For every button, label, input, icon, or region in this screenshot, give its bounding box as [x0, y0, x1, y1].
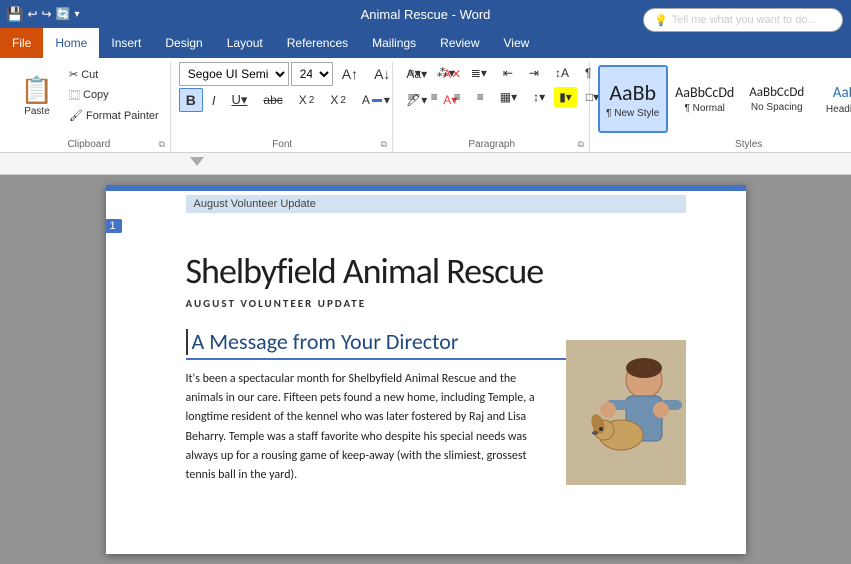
increase-indent-button[interactable]: ⇥	[522, 62, 546, 84]
clipboard-small: ✂ Cut ⿴ Copy 🖌 Format Painter	[64, 62, 164, 136]
style-heading1[interactable]: AaBb Heading 1	[814, 65, 851, 133]
menu-home[interactable]: Home	[43, 28, 99, 58]
document-title: Animal Rescue - Word	[361, 7, 491, 22]
style-nospace-preview: AaBbCcDd	[749, 85, 804, 100]
paragraph-expander[interactable]: ⧉	[575, 138, 587, 150]
line-number: 1	[106, 219, 122, 233]
document-area: 1 August Volunteer Update Shelbyfield An…	[0, 175, 851, 564]
superscript-button[interactable]: X2	[323, 89, 353, 111]
quick-access-dropdown[interactable]: ▾	[75, 9, 80, 20]
menu-review[interactable]: Review	[428, 28, 491, 58]
page-top-bar	[106, 185, 746, 191]
quick-access-autosave[interactable]: 🔄	[56, 7, 71, 21]
style-normal[interactable]: AaBbCcDd ¶ Normal	[670, 65, 740, 133]
ribbon: 📋 Paste ✂ Cut ⿴ Copy 🖌 Format Painter Cl…	[0, 58, 851, 153]
decrease-font-button[interactable]: A↓	[367, 62, 397, 86]
menu-references[interactable]: References	[275, 28, 360, 58]
lightbulb-icon: 💡	[654, 14, 668, 27]
tell-me-area: 💡 Tell me what you want to do...	[541, 28, 851, 58]
paste-icon: 📋	[21, 75, 53, 106]
bullets-button[interactable]: ≡▾	[401, 62, 428, 84]
strikethrough-button[interactable]: abc	[256, 89, 289, 111]
style-new-label: ¶ New Style	[606, 108, 659, 119]
paste-button[interactable]: 📋 Paste	[14, 62, 60, 130]
paragraph-group: ≡▾ ⁂▾ ≣▾ ⇤ ⇥ ↕A ¶ ≡ ≡ ≡ ≡ ▦▾ ↕▾ ▮▾ □▾ Pa…	[395, 62, 590, 152]
increase-font-button[interactable]: A↑	[335, 62, 365, 86]
volunteer-photo	[566, 340, 686, 485]
style-normal-preview: AaBbCcDd	[675, 84, 734, 101]
document-body: It's been a spectacular month for Shelby…	[186, 370, 686, 485]
style-new-style[interactable]: AaBb ¶ New Style	[598, 65, 668, 133]
font-group: Segoe UI Semi 24 A↑ A↓ Aa▾ A✕ B I U▾ abc…	[173, 62, 393, 152]
ruler-tab	[190, 157, 204, 166]
italic-button[interactable]: I	[205, 89, 223, 112]
cut-button[interactable]: ✂ Cut	[64, 66, 164, 83]
body-text: It's been a spectacular month for Shelby…	[186, 372, 535, 482]
format-painter-button[interactable]: 🖌 Format Painter	[64, 107, 164, 124]
ruler	[0, 153, 851, 175]
copy-icon: ⿴	[69, 87, 80, 103]
tell-me-input[interactable]: 💡 Tell me what you want to do...	[643, 8, 843, 32]
styles-group: AaBb ¶ New Style AaBbCcDd ¶ Normal AaBbC…	[592, 62, 851, 152]
align-center-button[interactable]: ≡	[424, 86, 445, 108]
header-text: August Volunteer Update	[186, 195, 686, 213]
document-main-title: Shelbyfield Animal Rescue	[186, 249, 686, 293]
menu-bar: File Home Insert Design Layout Reference…	[0, 28, 851, 58]
shading-button[interactable]: ▮▾	[554, 87, 577, 107]
bold-button[interactable]: B	[179, 88, 203, 112]
style-new-preview: AaBb	[609, 79, 656, 106]
tell-me-placeholder: Tell me what you want to do...	[672, 14, 817, 26]
menu-insert[interactable]: Insert	[99, 28, 153, 58]
font-size-select[interactable]: 24	[291, 62, 333, 86]
font-color-button[interactable]: A▾	[355, 89, 397, 111]
font-expander[interactable]: ⧉	[378, 138, 390, 150]
menu-mailings[interactable]: Mailings	[360, 28, 428, 58]
font-name-select[interactable]: Segoe UI Semi	[179, 62, 289, 86]
page-content: Shelbyfield Animal Rescue AUGUST VOLUNTE…	[186, 249, 686, 485]
scissors-icon: ✂	[69, 68, 78, 81]
style-normal-label: ¶ Normal	[685, 103, 725, 114]
page: 1 August Volunteer Update Shelbyfield An…	[106, 185, 746, 554]
style-nospace-label: No Spacing	[751, 102, 803, 113]
align-right-button[interactable]: ≡	[447, 86, 468, 108]
clipboard-group: 📋 Paste ✂ Cut ⿴ Copy 🖌 Format Painter Cl…	[8, 62, 171, 152]
title-bar-left: 💾 ↩ ↪ 🔄 ▾	[0, 6, 80, 23]
menu-view[interactable]: View	[492, 28, 542, 58]
photo-svg	[566, 340, 686, 485]
clipboard-expander[interactable]: ⧉	[156, 138, 168, 150]
subscript-button[interactable]: X2	[292, 89, 322, 111]
format-painter-icon: 🖌	[69, 109, 83, 122]
quick-access-undo[interactable]: ↩	[27, 7, 37, 21]
justify-button[interactable]: ≡	[470, 86, 491, 108]
sort-button[interactable]: ↕A	[548, 62, 576, 84]
underline-button[interactable]: U▾	[224, 88, 254, 112]
style-h1-label: Heading 1	[826, 104, 851, 115]
copy-button[interactable]: ⿴ Copy	[64, 85, 164, 105]
columns-button[interactable]: ▦▾	[493, 86, 524, 108]
align-left-button[interactable]: ≡	[401, 86, 422, 108]
paste-label: Paste	[24, 106, 50, 117]
style-h1-preview: AaBb	[833, 84, 851, 102]
menu-layout[interactable]: Layout	[215, 28, 275, 58]
quick-access-redo[interactable]: ↪	[42, 7, 52, 21]
decrease-indent-button[interactable]: ⇤	[496, 62, 520, 84]
line-spacing-button[interactable]: ↕▾	[526, 86, 552, 108]
numbering-button[interactable]: ⁂▾	[430, 62, 462, 84]
text-cursor	[186, 329, 188, 355]
multilevel-button[interactable]: ≣▾	[464, 62, 494, 84]
style-no-spacing[interactable]: AaBbCcDd No Spacing	[742, 65, 812, 133]
document-subtitle: AUGUST VOLUNTEER UPDATE	[186, 297, 686, 310]
menu-design[interactable]: Design	[153, 28, 214, 58]
word-icon: 💾	[6, 6, 23, 23]
menu-file[interactable]: File	[0, 28, 43, 58]
